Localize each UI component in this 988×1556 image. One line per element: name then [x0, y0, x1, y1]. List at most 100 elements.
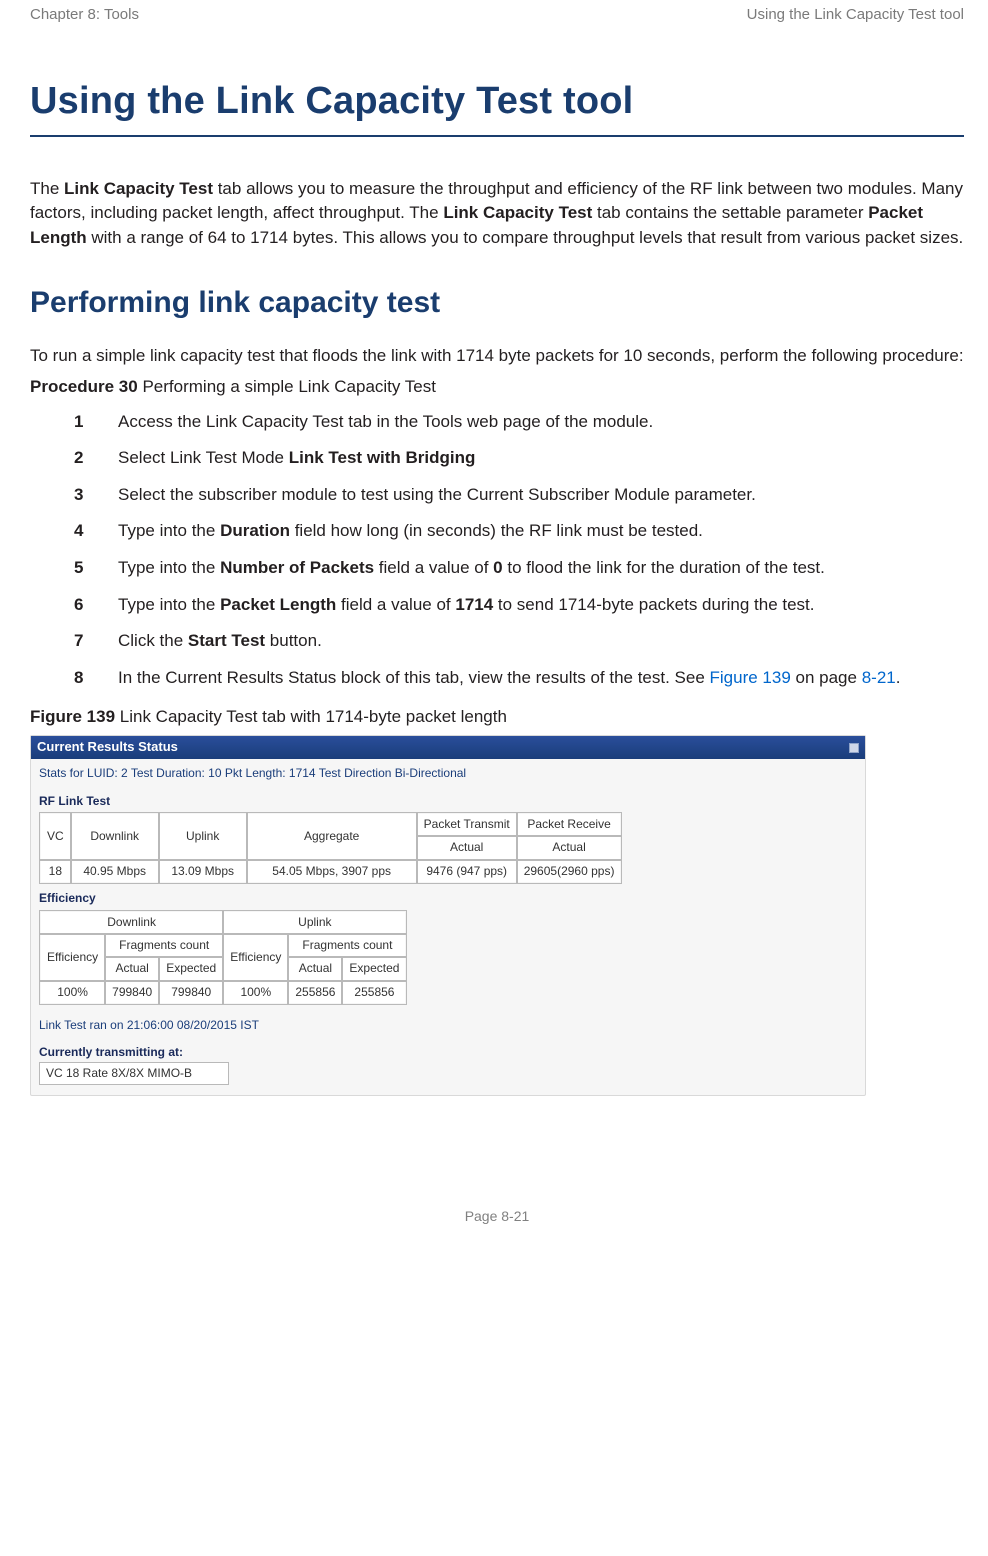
step-number: 8: [74, 666, 118, 691]
step-body: Type into the Number of Packets field a …: [118, 556, 964, 581]
page-header: Chapter 8: Tools Using the Link Capacity…: [30, 4, 964, 26]
cell-packet-transmit: 9476 (947 pps): [417, 860, 517, 883]
table-row: 100% 799840 799840 100% 255856 255856: [40, 981, 406, 1004]
step-text: to send 1714-byte packets during the tes…: [493, 595, 814, 614]
step-number: 3: [74, 483, 118, 508]
step-2: 2 Select Link Test Mode Link Test with B…: [30, 446, 964, 471]
col-packet-transmit: Packet Transmit: [417, 813, 517, 836]
minimize-icon[interactable]: [849, 743, 859, 753]
lead-bold-2: Link Capacity Test: [443, 203, 592, 222]
current-rate-value: VC 18 Rate 8X/8X MIMO-B: [39, 1062, 229, 1085]
step-body: Type into the Duration field how long (i…: [118, 519, 964, 544]
step-body: In the Current Results Status block of t…: [118, 666, 964, 691]
col-actual: Actual: [517, 836, 622, 859]
step-bold-2: 1714: [455, 595, 493, 614]
step-bold: Number of Packets: [220, 558, 374, 577]
step-text: Select Link Test Mode: [118, 448, 289, 467]
step-text: to flood the link for the duration of th…: [503, 558, 825, 577]
cell-aggregate: 54.05 Mbps, 3907 pps: [247, 860, 417, 883]
procedure-number: Procedure 30: [30, 377, 138, 396]
figure-title: Link Capacity Test tab with 1714-byte pa…: [115, 707, 507, 726]
cell-efficiency: 100%: [223, 981, 288, 1004]
section-heading: Performing link capacity test: [30, 281, 964, 325]
col-efficiency: Efficiency: [40, 934, 105, 981]
step-6: 6 Type into the Packet Length field a va…: [30, 593, 964, 618]
header-right: Using the Link Capacity Test tool: [747, 4, 964, 26]
step-bold: Link Test with Bridging: [289, 448, 476, 467]
step-body: Click the Start Test button.: [118, 629, 964, 654]
step-3: 3 Select the subscriber module to test u…: [30, 483, 964, 508]
cell-vc: 18: [40, 860, 71, 883]
step-text: on page: [791, 668, 862, 687]
stats-line: Stats for LUID: 2 Test Duration: 10 Pkt …: [39, 765, 857, 782]
col-fragments-count: Fragments count: [105, 934, 223, 957]
step-1: 1 Access the Link Capacity Test tab in t…: [30, 410, 964, 435]
col-packet-receive: Packet Receive: [517, 813, 622, 836]
cell-expected: 799840: [159, 981, 223, 1004]
col-actual: Actual: [417, 836, 517, 859]
title-rule: [30, 135, 964, 137]
step-number: 4: [74, 519, 118, 544]
figure-caption: Figure 139 Link Capacity Test tab with 1…: [30, 705, 964, 730]
table-row: 18 40.95 Mbps 13.09 Mbps 54.05 Mbps, 390…: [40, 860, 621, 883]
step-text: Click the: [118, 631, 188, 650]
step-5: 5 Type into the Number of Packets field …: [30, 556, 964, 581]
col-aggregate: Aggregate: [247, 813, 417, 860]
efficiency-table: Downlink Uplink Efficiency Fragments cou…: [39, 910, 407, 1006]
step-body: Type into the Packet Length field a valu…: [118, 593, 964, 618]
efficiency-label: Efficiency: [39, 890, 857, 907]
table-row: Efficiency Fragments count Efficiency Fr…: [40, 934, 406, 957]
step-text: In the Current Results Status block of t…: [118, 668, 710, 687]
timestamp-line: Link Test ran on 21:06:00 08/20/2015 IST: [39, 1017, 857, 1034]
header-left: Chapter 8: Tools: [30, 4, 139, 26]
step-body: Access the Link Capacity Test tab in the…: [118, 410, 964, 435]
panel-titlebar: Current Results Status: [31, 736, 865, 759]
step-number: 2: [74, 446, 118, 471]
step-body: Select Link Test Mode Link Test with Bri…: [118, 446, 964, 471]
cell-efficiency: 100%: [40, 981, 105, 1004]
currently-transmitting-label: Currently transmitting at:: [39, 1044, 857, 1061]
step-8: 8 In the Current Results Status block of…: [30, 666, 964, 691]
cell-packet-receive: 29605(2960 pps): [517, 860, 622, 883]
rf-link-table: VC Downlink Uplink Aggregate Packet Tran…: [39, 812, 622, 884]
figure-link[interactable]: Figure 139: [710, 668, 791, 687]
col-fragments-count: Fragments count: [288, 934, 406, 957]
procedure-steps: 1 Access the Link Capacity Test tab in t…: [30, 410, 964, 691]
page-footer: Page 8-21: [30, 1206, 964, 1226]
procedure-title: Procedure 30 Performing a simple Link Ca…: [30, 375, 964, 400]
intro-paragraph: To run a simple link capacity test that …: [30, 344, 964, 369]
col-actual: Actual: [288, 957, 342, 980]
col-expected: Expected: [342, 957, 406, 980]
procedure-name: Performing a simple Link Capacity Test: [138, 377, 436, 396]
col-downlink: Downlink: [40, 911, 223, 934]
cell-uplink: 13.09 Mbps: [159, 860, 247, 883]
cell-actual: 255856: [288, 981, 342, 1004]
panel-title: Current Results Status: [37, 738, 178, 757]
step-number: 6: [74, 593, 118, 618]
step-7: 7 Click the Start Test button.: [30, 629, 964, 654]
rf-link-test-label: RF Link Test: [39, 793, 857, 810]
step-body: Select the subscriber module to test usi…: [118, 483, 964, 508]
step-bold: Start Test: [188, 631, 265, 650]
col-efficiency: Efficiency: [223, 934, 288, 981]
page-link[interactable]: 8-21: [862, 668, 896, 687]
step-text: Type into the: [118, 521, 220, 540]
cell-actual: 799840: [105, 981, 159, 1004]
step-4: 4 Type into the Duration field how long …: [30, 519, 964, 544]
lead-text: with a range of 64 to 1714 bytes. This a…: [87, 228, 964, 247]
step-text: button.: [265, 631, 322, 650]
lead-text: tab contains the settable parameter: [592, 203, 868, 222]
step-bold: Packet Length: [220, 595, 336, 614]
figure-number: Figure 139: [30, 707, 115, 726]
col-uplink: Uplink: [223, 911, 406, 934]
cell-expected: 255856: [342, 981, 406, 1004]
lead-paragraph: The Link Capacity Test tab allows you to…: [30, 177, 964, 251]
col-vc: VC: [40, 813, 71, 860]
figure-panel: Current Results Status Stats for LUID: 2…: [30, 735, 866, 1096]
lead-text: The: [30, 179, 64, 198]
step-bold: Duration: [220, 521, 290, 540]
panel-body: Stats for LUID: 2 Test Duration: 10 Pkt …: [31, 759, 865, 1087]
lead-bold-1: Link Capacity Test: [64, 179, 213, 198]
step-number: 7: [74, 629, 118, 654]
step-text: Type into the: [118, 558, 220, 577]
